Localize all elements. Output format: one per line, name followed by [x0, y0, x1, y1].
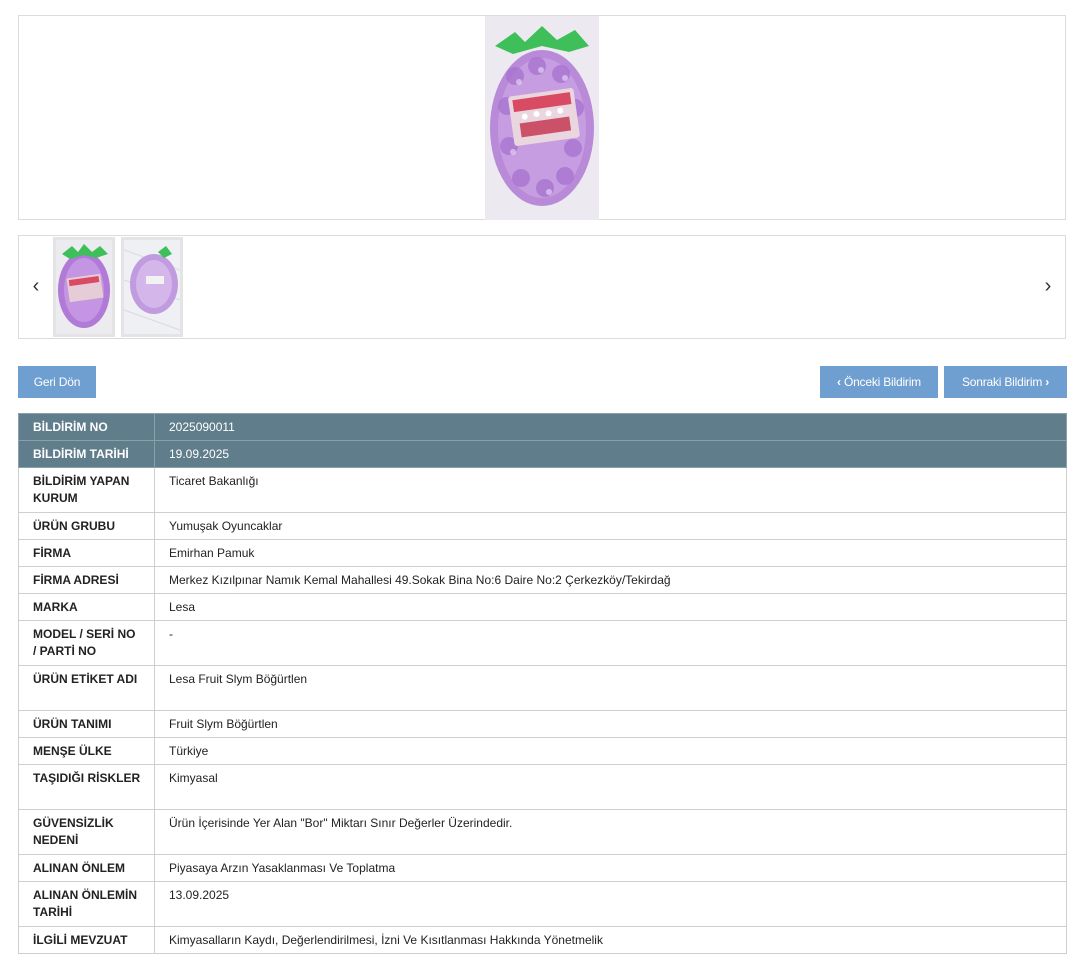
chevron-left-icon[interactable]: ‹	[27, 274, 45, 298]
main-image-viewer	[18, 15, 1066, 220]
table-row: ÜRÜN ETİKET ADI Lesa Fruit Slym Böğürtle…	[18, 665, 1067, 711]
row-label: FİRMA	[18, 539, 155, 567]
row-value: Piyasaya Arzın Yasaklanması Ve Toplatma	[154, 854, 1067, 882]
row-value: 13.09.2025	[154, 881, 1067, 927]
row-label: MARKA	[18, 593, 155, 621]
table-row: BİLDİRİM TARİHİ 19.09.2025	[18, 440, 1067, 468]
row-label: ÜRÜN ETİKET ADI	[18, 665, 155, 711]
back-button[interactable]: Geri Dön	[18, 366, 96, 398]
row-label: ALINAN ÖNLEM	[18, 854, 155, 882]
table-row: FİRMA Emirhan Pamuk	[18, 539, 1067, 567]
table-row: GÜVENSİZLİK NEDENİ Ürün İçerisinde Yer A…	[18, 809, 1067, 855]
chevron-right-icon: ›	[1045, 375, 1050, 389]
table-row: ÜRÜN GRUBU Yumuşak Oyuncaklar	[18, 512, 1067, 540]
table-row: MENŞE ÜLKE Türkiye	[18, 737, 1067, 765]
row-value: -	[154, 620, 1067, 666]
row-value: 19.09.2025	[154, 440, 1067, 468]
row-label: BİLDİRİM NO	[18, 413, 155, 441]
row-label: ÜRÜN GRUBU	[18, 512, 155, 540]
previous-notification-label: Önceki Bildirim	[843, 375, 921, 389]
row-label: BİLDİRİM TARİHİ	[18, 440, 155, 468]
row-label: MENŞE ÜLKE	[18, 737, 155, 765]
row-value: Yumuşak Oyuncaklar	[154, 512, 1067, 540]
row-value: Lesa Fruit Slym Böğürtlen	[154, 665, 1067, 711]
table-row: MARKA Lesa	[18, 593, 1067, 621]
thumbnail-2[interactable]	[121, 237, 183, 337]
notification-details-table: BİLDİRİM NO 2025090011 BİLDİRİM TARİHİ 1…	[18, 413, 1067, 954]
row-value: Kimyasalların Kaydı, Değerlendirilmesi, …	[154, 926, 1067, 954]
row-value: Kimyasal	[154, 764, 1067, 810]
row-label: GÜVENSİZLİK NEDENİ	[18, 809, 155, 855]
row-label: BİLDİRİM YAPAN KURUM	[18, 467, 155, 513]
thumbnail-carousel: ‹ ›	[18, 235, 1066, 339]
row-value: Fruit Slym Böğürtlen	[154, 710, 1067, 738]
row-label: FİRMA ADRESİ	[18, 566, 155, 594]
table-row: ALINAN ÖNLEMİN TARİHİ 13.09.2025	[18, 881, 1067, 927]
thumbnail-1[interactable]	[53, 237, 115, 337]
table-row: TAŞIDIĞI RİSKLER Kimyasal	[18, 764, 1067, 810]
chevron-right-icon[interactable]: ›	[1039, 274, 1057, 298]
row-value: 2025090011	[154, 413, 1067, 441]
row-value: Türkiye	[154, 737, 1067, 765]
product-main-photo	[485, 16, 599, 220]
previous-notification-button[interactable]: ‹ Önceki Bildirim	[820, 366, 938, 398]
table-row: FİRMA ADRESİ Merkez Kızılpınar Namık Kem…	[18, 566, 1067, 594]
table-row: ALINAN ÖNLEM Piyasaya Arzın Yasaklanması…	[18, 854, 1067, 882]
table-row: MODEL / SERİ NO / PARTİ NO -	[18, 620, 1067, 666]
table-row: BİLDİRİM YAPAN KURUM Ticaret Bakanlığı	[18, 467, 1067, 513]
row-label: MODEL / SERİ NO / PARTİ NO	[18, 620, 155, 666]
row-value: Lesa	[154, 593, 1067, 621]
row-label: TAŞIDIĞI RİSKLER	[18, 764, 155, 810]
next-notification-button[interactable]: Sonraki Bildirim ›	[944, 366, 1067, 398]
next-notification-label: Sonraki Bildirim	[961, 375, 1043, 389]
row-value: Ticaret Bakanlığı	[154, 467, 1067, 513]
row-label: ALINAN ÖNLEMİN TARİHİ	[18, 881, 155, 927]
table-row: İLGİLİ MEVZUAT Kimyasalların Kaydı, Değe…	[18, 926, 1067, 954]
table-row: BİLDİRİM NO 2025090011	[18, 413, 1067, 441]
row-value: Merkez Kızılpınar Namık Kemal Mahallesi …	[154, 566, 1067, 594]
row-value: Ürün İçerisinde Yer Alan "Bor" Miktarı S…	[154, 809, 1067, 855]
row-label: ÜRÜN TANIMI	[18, 710, 155, 738]
row-value: Emirhan Pamuk	[154, 539, 1067, 567]
row-label: İLGİLİ MEVZUAT	[18, 926, 155, 954]
table-row: ÜRÜN TANIMI Fruit Slym Böğürtlen	[18, 710, 1067, 738]
chevron-left-icon: ‹	[837, 375, 841, 389]
